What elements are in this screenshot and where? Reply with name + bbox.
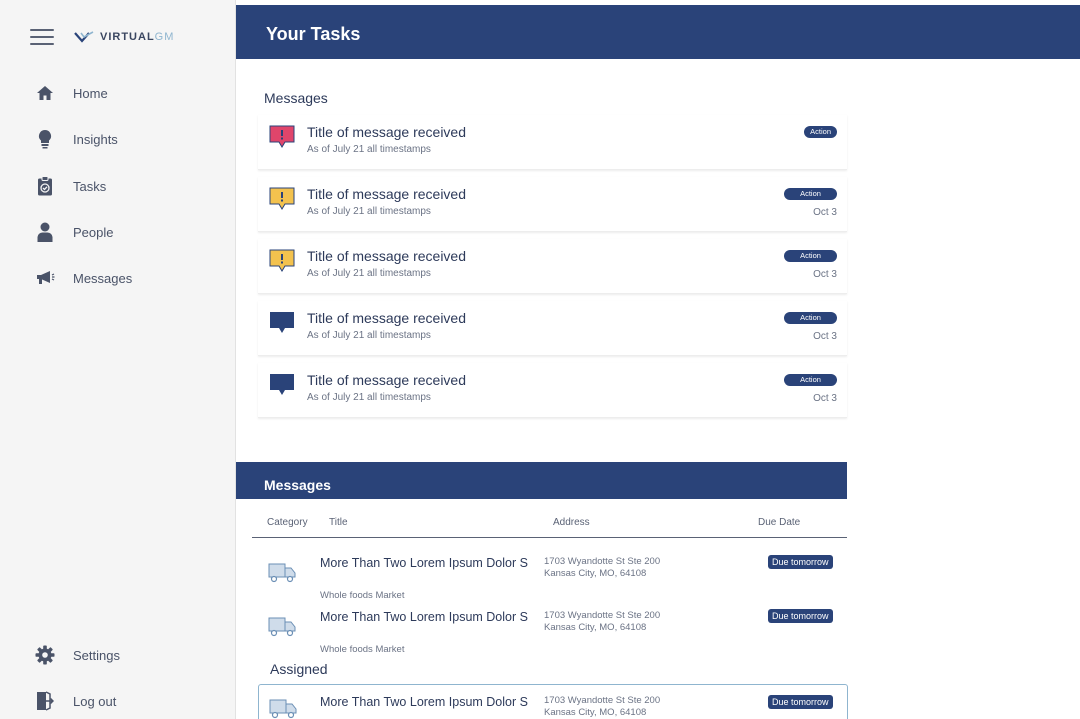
page-title: Your Tasks xyxy=(266,24,361,44)
column-header-address[interactable]: Address xyxy=(553,517,590,528)
sidebar-item-home[interactable]: Home xyxy=(34,82,108,104)
column-header-due-date[interactable]: Due Date xyxy=(758,517,800,528)
message-title: Title of message received xyxy=(307,310,466,326)
sidebar-item-logout[interactable]: Log out xyxy=(34,690,116,712)
task-store: Whole foods Market xyxy=(320,590,405,601)
sidebar-item-label: Insights xyxy=(73,131,118,147)
message-title: Title of message received xyxy=(307,372,466,388)
message-title: Title of message received xyxy=(307,248,466,264)
action-badge[interactable]: Action xyxy=(784,188,837,200)
sidebar-item-label: Log out xyxy=(73,693,117,709)
action-badge[interactable]: Action xyxy=(784,374,837,386)
message-card[interactable]: Title of message received As of July 21 … xyxy=(258,177,847,232)
truck-icon xyxy=(268,563,296,583)
sidebar-header: VIRTUALGM xyxy=(30,26,174,48)
sidebar-item-settings[interactable]: Settings xyxy=(34,644,120,666)
table-row[interactable]: More Than Two Lorem Ipsum Dolor S Whole … xyxy=(252,555,847,609)
task-address: 1703 Wyandotte St Ste 200 Kansas City, MO… xyxy=(544,556,661,579)
column-header-category[interactable]: Category xyxy=(267,517,308,528)
logout-icon xyxy=(34,690,56,712)
sidebar-item-label: People xyxy=(73,224,114,240)
action-badge[interactable]: Action xyxy=(804,126,837,138)
message-date: Oct 3 xyxy=(813,331,837,342)
sidebar-item-people[interactable]: People xyxy=(34,221,113,243)
message-subtitle: As of July 21 all timestamps xyxy=(307,268,431,279)
message-title: Title of message received xyxy=(307,124,466,140)
sidebar-item-messages[interactable]: Messages xyxy=(34,267,132,289)
clipboard-icon xyxy=(34,175,56,197)
message-subtitle: As of July 21 all timestamps xyxy=(307,144,431,155)
message-subtitle: As of July 21 all timestamps xyxy=(307,206,431,217)
message-title: Title of message received xyxy=(307,186,466,202)
truck-icon xyxy=(269,699,297,719)
due-badge: Due tomorrow xyxy=(768,695,833,709)
sidebar-item-label: Settings xyxy=(73,647,120,663)
task-store: Whole foods Market xyxy=(320,644,405,655)
table-row[interactable]: More Than Two Lorem Ipsum Dolor S Whole … xyxy=(252,609,847,663)
truck-icon xyxy=(268,617,296,637)
task-address: 1703 Wyandotte St Ste 200 Kansas City, MO… xyxy=(544,695,661,718)
person-icon xyxy=(34,221,56,243)
tasks-panel-title: Messages xyxy=(264,477,331,493)
warning-message-icon xyxy=(269,249,295,272)
lightbulb-icon xyxy=(34,128,56,150)
action-badge[interactable]: Action xyxy=(784,250,837,262)
task-title: More Than Two Lorem Ipsum Dolor S xyxy=(320,556,528,570)
message-date: Oct 3 xyxy=(813,393,837,404)
message-card[interactable]: Title of message received As of July 21 … xyxy=(258,301,847,356)
sidebar-item-label: Tasks xyxy=(73,178,107,194)
gear-icon xyxy=(34,644,56,666)
tasks-panel-header: Messages xyxy=(236,462,847,499)
hamburger-menu-icon[interactable] xyxy=(30,29,54,45)
task-title: More Than Two Lorem Ipsum Dolor S xyxy=(320,610,528,624)
message-card[interactable]: Title of message received As of July 21 … xyxy=(258,115,847,170)
page-header: Your Tasks xyxy=(236,5,1080,59)
message-bubble-icon xyxy=(270,374,294,395)
header-divider xyxy=(252,537,847,538)
due-badge: Due tomorrow xyxy=(768,555,833,569)
messages-section-title: Messages xyxy=(264,90,328,106)
logo-chevron-icon xyxy=(74,31,94,43)
column-header-title[interactable]: Title xyxy=(329,517,348,528)
sidebar-item-insights[interactable]: Insights xyxy=(34,128,118,150)
task-title: More Than Two Lorem Ipsum Dolor S xyxy=(320,695,528,709)
alert-message-icon xyxy=(269,125,295,148)
message-date: Oct 3 xyxy=(813,207,837,218)
message-subtitle: As of July 21 all timestamps xyxy=(307,392,431,403)
assigned-section-title: Assigned xyxy=(270,661,328,677)
warning-message-icon xyxy=(269,187,295,210)
sidebar: VIRTUALGM Home Insights Tasks People Mes… xyxy=(0,0,236,719)
message-bubble-icon xyxy=(270,312,294,333)
message-card[interactable]: Title of message received As of July 21 … xyxy=(258,363,847,418)
home-icon xyxy=(34,82,56,104)
app-logo[interactable]: VIRTUALGM xyxy=(74,31,174,43)
assigned-row[interactable]: More Than Two Lorem Ipsum Dolor S 1703 W… xyxy=(258,684,848,719)
logo-text: VIRTUALGM xyxy=(100,31,175,43)
message-card[interactable]: Title of message received As of July 21 … xyxy=(258,239,847,294)
due-badge: Due tomorrow xyxy=(768,609,833,623)
sidebar-item-label: Home xyxy=(73,85,108,101)
message-subtitle: As of July 21 all timestamps xyxy=(307,330,431,341)
message-date: Oct 3 xyxy=(813,269,837,280)
megaphone-icon xyxy=(34,267,56,289)
task-address: 1703 Wyandotte St Ste 200 Kansas City, MO… xyxy=(544,610,661,633)
sidebar-item-label: Messages xyxy=(73,270,133,286)
action-badge[interactable]: Action xyxy=(784,312,837,324)
sidebar-item-tasks[interactable]: Tasks xyxy=(34,175,106,197)
